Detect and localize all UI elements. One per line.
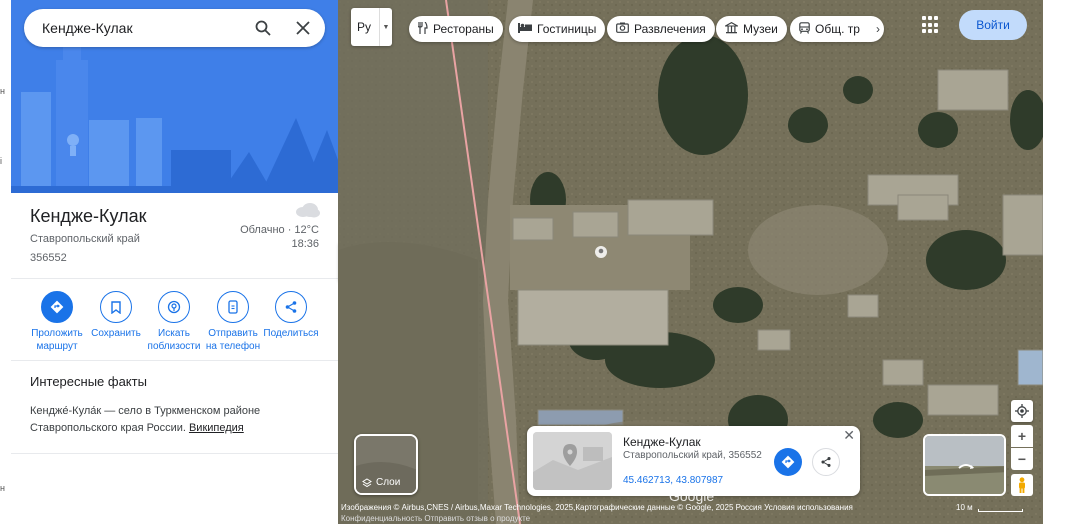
- layers-button[interactable]: Слои: [354, 434, 418, 495]
- share-icon: [275, 291, 307, 323]
- museum-icon: [723, 21, 740, 37]
- camera-icon: [616, 22, 629, 36]
- footer-links[interactable]: Конфиденциальность Отправить отзыв о про…: [341, 514, 530, 523]
- place-region: Ставропольский край: [30, 233, 140, 245]
- route-label: Проложить маршрут: [31, 328, 83, 352]
- weather-text: Облачно · 12°C: [240, 224, 319, 236]
- street-view-preview[interactable]: [923, 434, 1006, 496]
- edge-strip: н і н: [0, 0, 11, 529]
- chip-label: Общ. тр: [815, 22, 860, 36]
- sign-in-button[interactable]: Войти: [959, 10, 1027, 40]
- place-thumbnail: [533, 432, 612, 490]
- wikipedia-link[interactable]: Википедия: [189, 422, 244, 434]
- apps-grid-icon[interactable]: [922, 16, 940, 34]
- hotel-icon: [518, 22, 532, 36]
- place-postal-code: 356552: [30, 252, 67, 264]
- zoom-out-button[interactable]: −: [1011, 448, 1033, 470]
- card-title: Кендже-Кулак: [623, 435, 701, 449]
- chip-label: Развлечения: [634, 22, 706, 36]
- chip-label: Гостиницы: [537, 22, 597, 36]
- route-icon: [781, 455, 795, 469]
- side-panel: Кендже-Кулак Кендже-Кулак Ставропольский…: [11, 0, 338, 529]
- close-icon[interactable]: [289, 14, 317, 42]
- transit-icon: [799, 21, 810, 37]
- zoom-in-button[interactable]: +: [1011, 425, 1033, 447]
- action-bar: Проложить маршрут Сохранить Искать побли…: [11, 279, 338, 361]
- place-marker: [595, 246, 607, 258]
- card-close-icon[interactable]: ✕: [843, 427, 855, 444]
- chip-label: Рестораны: [433, 22, 494, 36]
- search-input[interactable]: Кендже-Кулак: [42, 20, 249, 36]
- google-logo: Google: [669, 488, 715, 504]
- share-icon: [821, 457, 831, 467]
- route-button[interactable]: Проложить маршрут: [26, 291, 88, 353]
- cloud-icon: [294, 201, 320, 219]
- save-label: Сохранить: [91, 328, 141, 339]
- language-selector[interactable]: Ру ▼: [351, 8, 392, 46]
- card-route-button[interactable]: [774, 448, 802, 476]
- card-subtitle: Ставропольский край, 356552: [623, 450, 762, 461]
- restaurant-icon: [417, 21, 428, 37]
- nearby-icon: [158, 291, 190, 323]
- chip-restaurants[interactable]: Рестораны: [409, 16, 503, 42]
- facts-heading: Интересные факты: [30, 374, 147, 389]
- bookmark-icon: [100, 291, 132, 323]
- scale-label[interactable]: 10 м: [956, 503, 973, 512]
- nearby-label: Искать поблизости: [147, 328, 201, 352]
- language-label: Ру: [357, 20, 372, 34]
- card-coordinates[interactable]: 45.462713, 43.807987: [623, 475, 723, 486]
- place-title: Кендже-Кулак: [30, 206, 147, 226]
- place-hero-image: Кендже-Кулак: [11, 0, 338, 193]
- chip-transit[interactable]: Общ. тр ›: [790, 16, 884, 42]
- nearby-button[interactable]: Искать поблизости: [143, 291, 205, 353]
- search-icon[interactable]: [249, 14, 277, 42]
- share-button[interactable]: Поделиться: [260, 291, 322, 340]
- share-label: Поделиться: [263, 328, 319, 339]
- search-box[interactable]: Кендже-Кулак: [24, 9, 325, 47]
- pegman-icon[interactable]: [1011, 474, 1033, 496]
- attribution-text[interactable]: Изображения © Airbus,CNES / Airbus,Maxar…: [341, 503, 853, 512]
- send-to-phone-button[interactable]: Отправить на телефон: [202, 291, 264, 353]
- chip-entertainment[interactable]: Развлечения: [607, 16, 715, 42]
- satellite-map[interactable]: Ру ▼ Рестораны Гостиницы Развлечения Муз…: [338, 0, 1043, 524]
- save-button[interactable]: Сохранить: [85, 291, 147, 340]
- my-location-button[interactable]: [1011, 400, 1033, 422]
- send-to-phone-label: Отправить на телефон: [205, 328, 261, 352]
- chip-hotels[interactable]: Гостиницы: [509, 16, 606, 42]
- route-icon: [41, 291, 73, 323]
- weather-time: 18:36: [291, 238, 319, 250]
- phone-icon: [217, 291, 249, 323]
- chip-label: Музеи: [743, 22, 778, 36]
- chevron-right-icon[interactable]: ›: [876, 22, 880, 36]
- divider: [11, 453, 338, 454]
- facts-text: Кендже́-Кула́к — село в Туркменском райо…: [30, 403, 320, 437]
- chip-museums[interactable]: Музеи: [716, 16, 787, 42]
- layers-icon: [362, 477, 372, 487]
- chevron-down-icon: ▼: [379, 8, 392, 46]
- place-header: Кендже-Кулак Ставропольский край 356552 …: [11, 193, 338, 279]
- location-icon: [1015, 404, 1029, 418]
- card-share-button[interactable]: [812, 448, 840, 476]
- scale-bar: [978, 509, 1023, 512]
- place-info-card[interactable]: Кендже-Кулак Ставропольский край, 356552…: [527, 426, 860, 496]
- layers-label: Слои: [362, 477, 400, 488]
